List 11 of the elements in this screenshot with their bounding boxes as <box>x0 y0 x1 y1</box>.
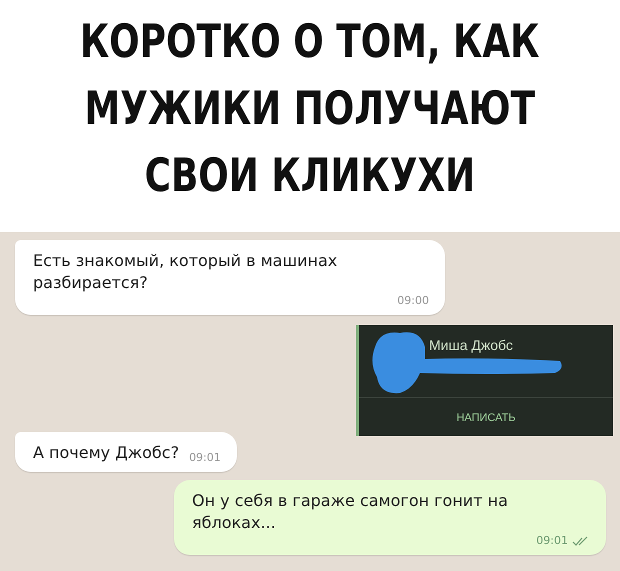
caption-line: МУЖИКИ ПОЛУЧАЮТ <box>84 80 536 137</box>
message-time: 09:01 <box>189 451 221 464</box>
write-button[interactable]: НАПИСАТЬ <box>359 398 613 436</box>
caption-line: КОРОТКО О ТОМ, КАК <box>80 13 540 70</box>
message-time: 09:01 <box>536 534 568 547</box>
message-text: Он у себя в гараже самогон гонит на яблоках... <box>192 490 509 534</box>
message-time: 09:00 <box>397 294 429 307</box>
caption-line: СВОИ КЛИКУХИ <box>144 147 476 204</box>
message-text: А почему Джобс? <box>33 442 180 464</box>
contact-name: Миша Джобс <box>429 337 513 353</box>
message-text: Есть знакомый, который в машинах разбирается? <box>33 250 338 294</box>
